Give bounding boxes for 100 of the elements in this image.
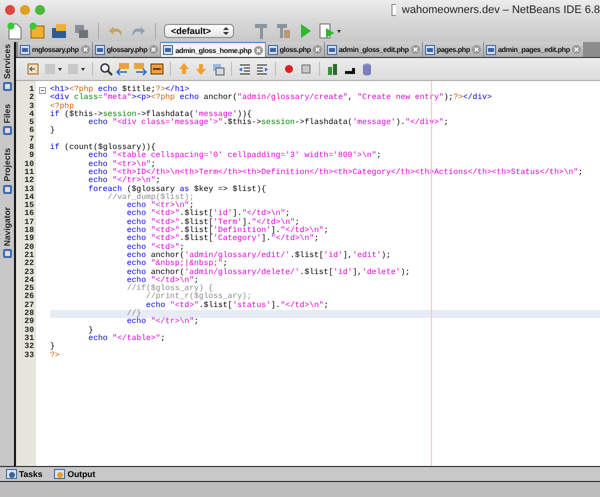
code-token: ],: [352, 268, 362, 277]
code-token: echo: [126, 276, 146, 285]
line-number: 17: [23, 218, 34, 227]
code-token: ->flashdata(: [294, 118, 352, 128]
code-token: </div>: [462, 93, 492, 102]
line-number: 29: [23, 318, 34, 326]
code-token: 'Category': [213, 234, 262, 244]
code-token: }: [50, 126, 55, 136]
code-token: .$list[: [180, 226, 214, 236]
open-folder-icon[interactable]: [50, 22, 68, 40]
line-number: 1: [28, 86, 34, 94]
back-menu-icon[interactable]: [43, 62, 63, 76]
code-token: "&nbsp;|&nbsp;": [150, 259, 223, 268]
code-token: ;: [324, 300, 328, 310]
code-token: "meta": [102, 93, 132, 102]
code-token: "</td>\n": [280, 226, 324, 236]
new-project-icon[interactable]: [28, 22, 46, 40]
code-token: ($this->: [64, 110, 103, 119]
search-icon[interactable]: [99, 62, 113, 76]
code-token: )){: [237, 110, 252, 119]
hammer-brush-icon[interactable]: [274, 22, 292, 40]
code-token: "<td>": [150, 234, 180, 244]
windows-icon[interactable]: [72, 22, 90, 40]
code-token: "<td>": [150, 218, 180, 227]
configuration-select[interactable]: <default>: [164, 24, 234, 38]
bottom-panel-tab[interactable]: Tasks: [19, 469, 42, 479]
minimize-window-button[interactable]: [20, 5, 30, 15]
code-token: "</td>\n": [242, 209, 286, 218]
code-token: echo: [87, 118, 109, 128]
record-icon[interactable]: [282, 62, 296, 76]
window-title: wahomeowners.dev – NetBeans IDE 6.8: [402, 4, 600, 16]
close-window-button[interactable]: [5, 5, 15, 15]
toggle-bookmark-icon[interactable]: [211, 62, 225, 76]
side-panel-tab[interactable]: Projects: [2, 148, 12, 182]
previous-bookmark-icon[interactable]: [177, 62, 191, 76]
code-token: echo: [126, 268, 148, 277]
code-token: 'Definition': [213, 226, 271, 236]
code-token: echo: [98, 85, 118, 94]
code-token: echo: [126, 259, 148, 268]
php-file-icon: [163, 45, 174, 55]
close-icon[interactable]: [80, 45, 90, 54]
line-number: 13: [23, 186, 34, 194]
shift-left-icon[interactable]: [238, 62, 252, 76]
close-icon[interactable]: [149, 45, 158, 54]
code-token: <?php: [69, 85, 94, 94]
bottom-panel-tab[interactable]: Output: [67, 469, 96, 479]
code-token: ,: [348, 93, 354, 102]
code-token: ;: [150, 160, 156, 169]
back-history-icon[interactable]: [26, 62, 40, 76]
code-token: .$this->: [222, 118, 262, 128]
find-next-icon[interactable]: [133, 62, 147, 76]
side-panel-tab[interactable]: Navigator: [2, 206, 12, 246]
code-token: .$list[: [180, 234, 214, 244]
shift-right-icon[interactable]: [255, 62, 269, 76]
code-token: anchor(: [204, 93, 238, 102]
code-token: "</tr>\n": [150, 317, 194, 326]
close-icon[interactable]: [254, 46, 263, 54]
code-token: ].: [232, 209, 242, 218]
code-token: }: [50, 342, 55, 352]
output-icon: [54, 469, 66, 479]
code-token: "<tr>\n": [112, 160, 151, 169]
code-token: "<td>": [150, 209, 180, 218]
side-panel-tab[interactable]: Services: [2, 44, 12, 79]
code-token: 'message': [194, 110, 238, 119]
code-token: "<table cellspacing='0' cellpadding='3' width='800'>\n": [112, 151, 376, 160]
code-token: "<tr>\n": [150, 201, 190, 210]
php-file-icon: [486, 44, 496, 54]
debug-icon[interactable]: [318, 22, 342, 40]
line-number: 4: [28, 110, 34, 119]
forward-menu-icon[interactable]: [66, 62, 86, 76]
close-icon[interactable]: [410, 45, 420, 54]
highlight-icon[interactable]: [150, 62, 164, 76]
code-token: ;: [324, 226, 328, 236]
code-token: 'id': [333, 268, 352, 277]
side-panel-tab[interactable]: Files: [2, 104, 12, 124]
line-number: 9: [28, 152, 34, 160]
fold-marker-icon[interactable]: [38, 86, 46, 94]
code-token: ;: [194, 317, 199, 326]
close-icon[interactable]: [472, 45, 481, 54]
zoom-window-button[interactable]: [35, 5, 45, 15]
line-number: 28: [23, 310, 34, 318]
code-token: echo: [87, 151, 109, 160]
code-token: echo: [87, 334, 109, 343]
chart-icon[interactable]: [326, 62, 340, 76]
code-token: ].: [270, 226, 280, 236]
close-icon[interactable]: [312, 45, 322, 54]
code-token: <?php: [50, 102, 74, 111]
code-token: .$list[: [300, 268, 334, 277]
close-icon[interactable]: [572, 45, 581, 54]
code-token: (count($glossary)){: [63, 143, 156, 152]
code-token: "</td>\n": [150, 276, 194, 285]
find-previous-icon[interactable]: [116, 62, 130, 76]
code-token: "<div class='message'>": [112, 118, 223, 128]
line-number: 22: [23, 260, 34, 268]
code-token: if: [50, 143, 60, 152]
code-token: .$list[: [180, 209, 214, 218]
stop-icon[interactable]: [299, 62, 313, 76]
code-token: );: [400, 268, 410, 277]
new-file-icon[interactable]: [6, 22, 24, 40]
code-token: "Create new entry": [357, 93, 444, 102]
